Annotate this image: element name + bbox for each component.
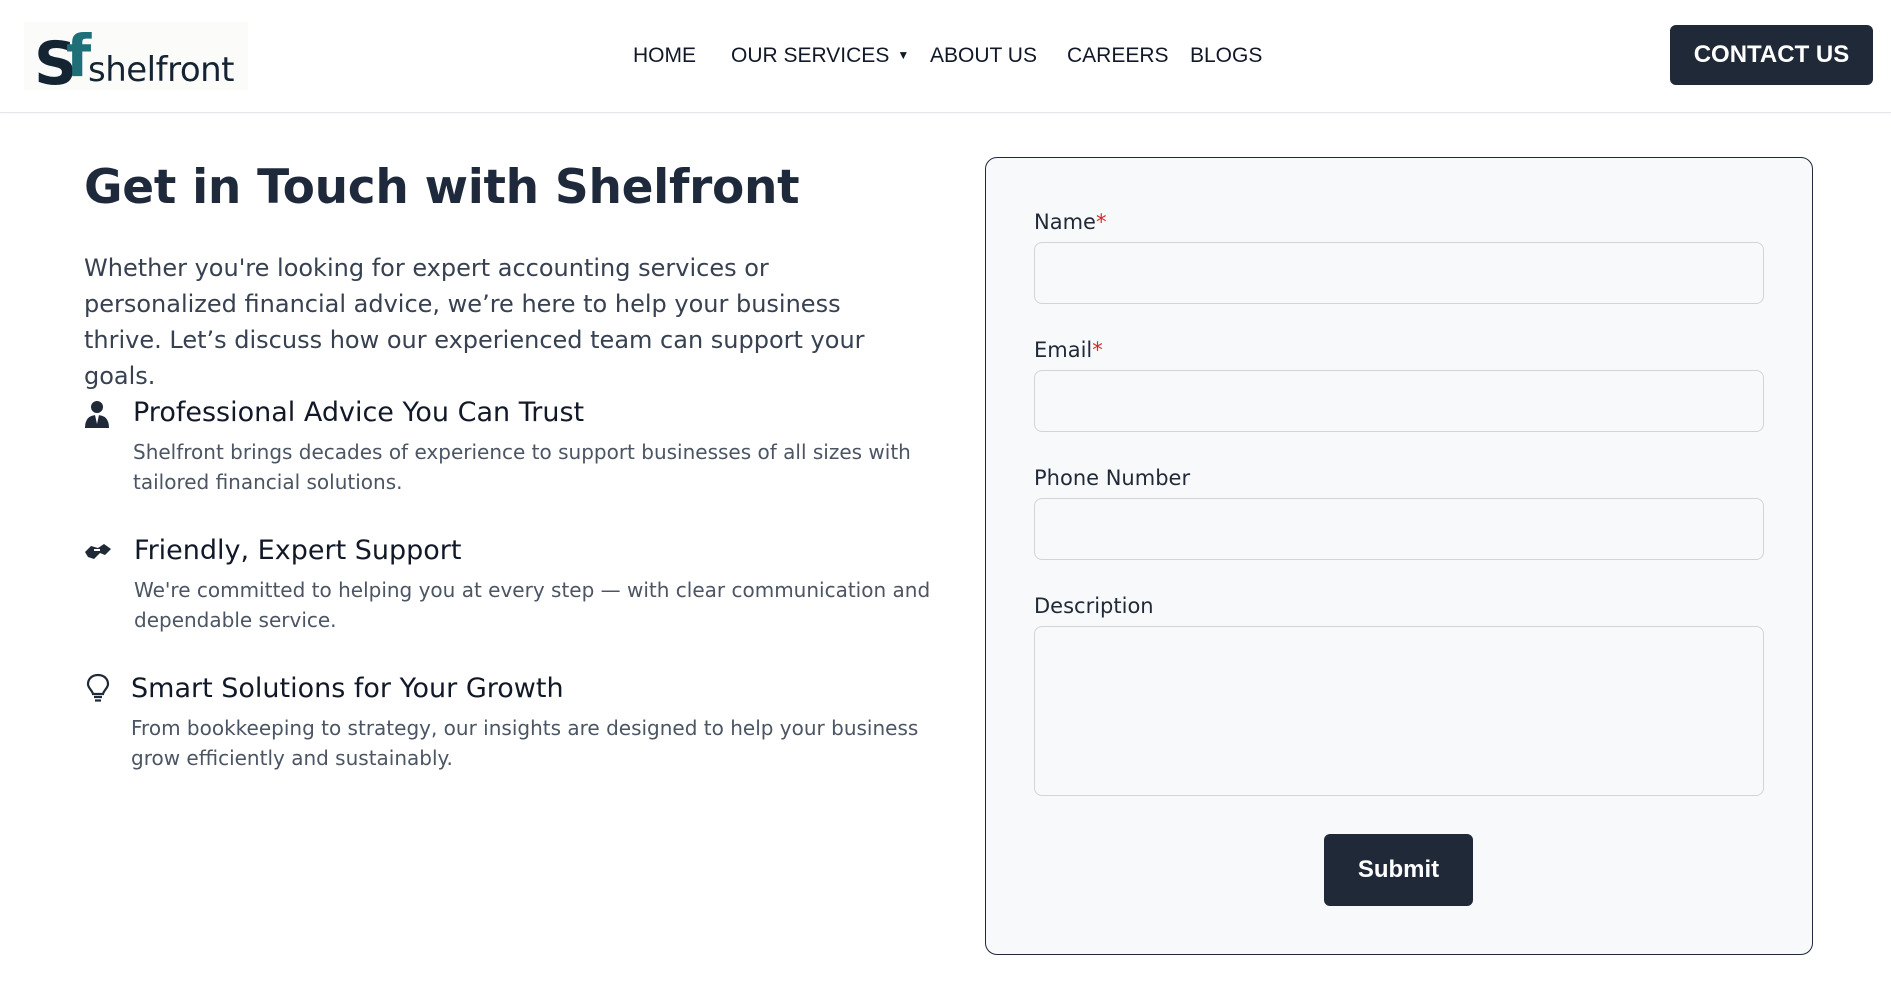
intro-text: Whether you're looking for expert accoun… bbox=[84, 254, 865, 390]
feature-description: From bookkeeping to strategy, our insigh… bbox=[131, 716, 919, 770]
lightbulb-icon bbox=[86, 673, 110, 702]
feature-title: Smart Solutions for Your Growth bbox=[131, 673, 564, 704]
name-label-text: Name bbox=[1034, 210, 1096, 234]
caret-down-icon: ▼ bbox=[897, 48, 910, 62]
required-marker: * bbox=[1095, 210, 1107, 234]
description-label: Description bbox=[1034, 594, 1154, 618]
nav-blogs[interactable]: BLOGS bbox=[1190, 44, 1262, 68]
submit-button[interactable]: Submit bbox=[1324, 834, 1473, 906]
email-label: Email* bbox=[1034, 338, 1103, 362]
phone-field[interactable] bbox=[1034, 498, 1764, 560]
feature-title: Professional Advice You Can Trust bbox=[133, 397, 585, 428]
nav-about-us[interactable]: ABOUT US bbox=[930, 44, 1037, 68]
feature-description: We're committed to helping you at every … bbox=[134, 578, 931, 632]
nav-our-services-label: OUR SERVICES bbox=[731, 44, 890, 67]
required-marker: * bbox=[1092, 338, 1103, 362]
contact-us-button[interactable]: CONTACT US bbox=[1670, 25, 1873, 85]
feature-description: Shelfront brings decades of experience t… bbox=[133, 440, 911, 494]
contact-form: Name* Email* Phone Number Description Su… bbox=[985, 157, 1813, 955]
email-label-text: Email bbox=[1034, 338, 1093, 362]
phone-label: Phone Number bbox=[1034, 466, 1191, 490]
nav-careers[interactable]: CAREERS bbox=[1067, 44, 1169, 68]
main-nav: HOME OUR SERVICES ▼ ABOUT US CAREERS BLOG… bbox=[0, 0, 1891, 113]
feature-title: Friendly, Expert Support bbox=[134, 535, 462, 566]
description-field[interactable] bbox=[1034, 626, 1764, 796]
page-title: Get in Touch with Shelfront bbox=[84, 160, 800, 215]
site-header: S f shelfront HOME OUR SERVICES ▼ ABOUT U… bbox=[0, 0, 1891, 113]
nav-home[interactable]: HOME bbox=[633, 44, 696, 68]
email-field[interactable] bbox=[1034, 370, 1764, 432]
name-label: Name* bbox=[1034, 210, 1106, 234]
nav-our-services[interactable]: OUR SERVICES ▼ bbox=[731, 44, 909, 68]
handshake-icon bbox=[85, 544, 111, 559]
name-field[interactable] bbox=[1034, 242, 1764, 304]
professional-person-icon bbox=[85, 401, 109, 428]
